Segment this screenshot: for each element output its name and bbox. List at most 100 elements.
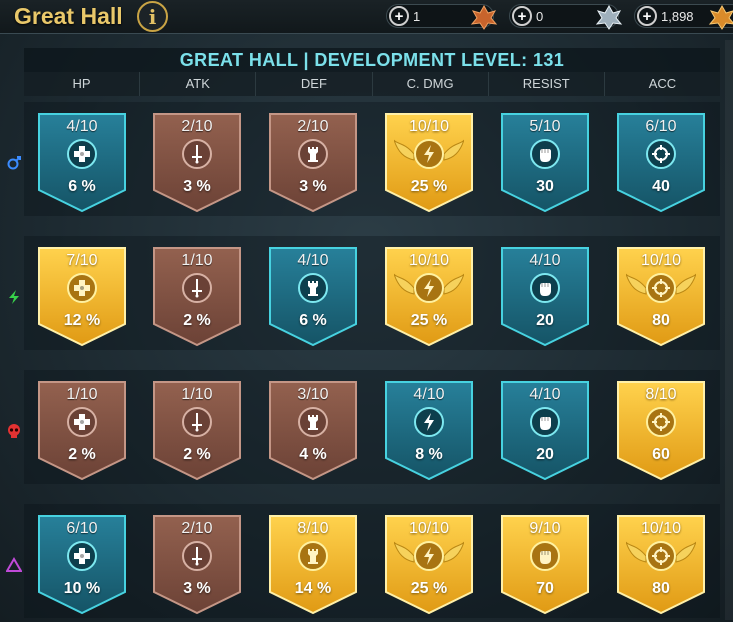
def-tower-icon	[298, 139, 328, 169]
bonus-badge-magic-atk[interactable]: 2/10 3 %	[152, 112, 242, 213]
add-silver-button[interactable]: +	[512, 6, 532, 26]
bonus-badge-void-c-dmg[interactable]: 10/10 25 %	[384, 514, 474, 615]
hp-cross-icon	[67, 139, 97, 169]
badge-bonus-value: 3 %	[183, 580, 211, 597]
resist-fist-icon	[530, 407, 560, 437]
resource-bronze-value: 1	[413, 8, 421, 24]
bonus-badge-magic-resist[interactable]: 5/10 30	[500, 112, 590, 213]
bonus-badge-force-hp[interactable]: 1/10 2 %	[37, 380, 127, 481]
top-bar: Great Hall i + 1 + 0 + 1,898	[0, 0, 733, 34]
scrollbar[interactable]	[725, 40, 733, 620]
force-affinity-icon	[5, 422, 23, 440]
resist-fist-icon	[530, 273, 560, 303]
bonus-badge-magic-def[interactable]: 2/10 3 %	[268, 112, 358, 213]
badge-bonus-value: 2 %	[183, 446, 211, 463]
bonus-badge-spirit-acc[interactable]: 10/10 80	[616, 246, 706, 347]
atk-sword-icon	[182, 139, 212, 169]
crit-damage-bolt-icon	[414, 139, 444, 169]
resist-fist-icon	[530, 139, 560, 169]
badge-level: 4/10	[297, 252, 329, 269]
badge-bonus-value: 3 %	[183, 178, 211, 195]
bonus-badge-spirit-hp[interactable]: 7/10 12 %	[37, 246, 127, 347]
badge-level: 3/10	[297, 386, 329, 403]
bonus-badge-void-atk[interactable]: 2/10 3 %	[152, 514, 242, 615]
bonus-badge-spirit-atk[interactable]: 1/10 2 %	[152, 246, 242, 347]
badge-bonus-value: 14 %	[294, 580, 332, 597]
badge-level: 10/10	[408, 520, 450, 537]
def-tower-icon	[298, 273, 328, 303]
column-header-hp: HP	[24, 72, 141, 96]
add-bronze-button[interactable]: +	[389, 6, 409, 26]
spirit-affinity-icon	[5, 288, 23, 306]
bonus-badge-force-c-dmg[interactable]: 4/10 8 %	[384, 380, 474, 481]
crit-damage-bolt-icon	[414, 273, 444, 303]
badge-bonus-value: 6 %	[299, 312, 327, 329]
bonus-badge-force-atk[interactable]: 1/10 2 %	[152, 380, 242, 481]
column-header-atk: ATK	[140, 72, 257, 96]
bonus-badge-force-resist[interactable]: 4/10 20	[500, 380, 590, 481]
badge-bonus-value: 25 %	[410, 178, 448, 195]
def-tower-icon	[298, 407, 328, 437]
badge-bonus-value: 4 %	[299, 446, 327, 463]
development-level-banner: GREAT HALL | DEVELOPMENT LEVEL: 131	[24, 48, 720, 72]
badge-bonus-value: 25 %	[410, 312, 448, 329]
acc-crosshair-icon	[646, 541, 676, 571]
crit-damage-bolt-icon	[414, 541, 444, 571]
atk-sword-icon	[182, 273, 212, 303]
atk-sword-icon	[182, 407, 212, 437]
bonus-badge-force-acc[interactable]: 8/10 60	[616, 380, 706, 481]
bonus-badge-magic-hp[interactable]: 4/10 6 %	[37, 112, 127, 213]
hp-cross-icon	[67, 273, 97, 303]
badge-level: 1/10	[66, 386, 98, 403]
badge-bonus-value: 80	[652, 580, 670, 597]
bronze-medal-icon	[469, 2, 499, 32]
hp-cross-icon	[67, 407, 97, 437]
silver-medal-icon	[594, 2, 624, 32]
resource-gold: + 1,898	[634, 4, 733, 30]
badge-bonus-value: 10 %	[63, 580, 101, 597]
bonus-badge-force-def[interactable]: 3/10 4 %	[268, 380, 358, 481]
badge-bonus-value: 60	[652, 446, 670, 463]
bonus-badge-spirit-c-dmg[interactable]: 10/10 25 %	[384, 246, 474, 347]
resist-fist-icon	[530, 541, 560, 571]
stat-column-headers: HP ATK DEF C. DMG RESIST ACC	[24, 72, 720, 96]
badge-level: 6/10	[645, 118, 677, 135]
badge-bonus-value: 8 %	[415, 446, 443, 463]
bonus-badge-spirit-def[interactable]: 4/10 6 %	[268, 246, 358, 347]
badge-bonus-value: 20	[536, 446, 554, 463]
badge-level: 8/10	[645, 386, 677, 403]
badge-bonus-value: 70	[536, 580, 554, 597]
bonus-badge-void-hp[interactable]: 6/10 10 %	[37, 514, 127, 615]
info-icon[interactable]: i	[137, 1, 168, 32]
badge-level: 6/10	[66, 520, 98, 537]
badge-bonus-value: 3 %	[299, 178, 327, 195]
def-tower-icon	[298, 541, 328, 571]
bonus-badge-void-def[interactable]: 8/10 14 %	[268, 514, 358, 615]
gold-medal-icon	[707, 2, 733, 32]
acc-crosshair-icon	[646, 139, 676, 169]
bonus-badge-void-resist[interactable]: 9/10 70	[500, 514, 590, 615]
resource-silver: + 0	[509, 4, 623, 30]
bonus-badge-spirit-resist[interactable]: 4/10 20	[500, 246, 590, 347]
bonus-badge-magic-acc[interactable]: 6/10 40	[616, 112, 706, 213]
column-header-def: DEF	[256, 72, 373, 96]
badge-bonus-value: 12 %	[63, 312, 101, 329]
badge-level: 10/10	[640, 520, 682, 537]
badge-bonus-value: 2 %	[183, 312, 211, 329]
acc-crosshair-icon	[646, 407, 676, 437]
badge-level: 1/10	[181, 386, 213, 403]
badge-bonus-value: 80	[652, 312, 670, 329]
bonus-badge-magic-c-dmg[interactable]: 10/10 25 %	[384, 112, 474, 213]
badge-level: 4/10	[413, 386, 445, 403]
badge-bonus-value: 40	[652, 178, 670, 195]
resource-bronze: + 1	[386, 4, 498, 30]
resource-gold-value: 1,898	[661, 8, 694, 24]
badge-bonus-value: 30	[536, 178, 554, 195]
add-gold-button[interactable]: +	[637, 6, 657, 26]
badge-level: 5/10	[529, 118, 561, 135]
hp-cross-icon	[67, 541, 97, 571]
bonus-badge-void-acc[interactable]: 10/10 80	[616, 514, 706, 615]
atk-sword-icon	[182, 541, 212, 571]
magic-affinity-icon	[5, 154, 23, 172]
badge-level: 10/10	[640, 252, 682, 269]
